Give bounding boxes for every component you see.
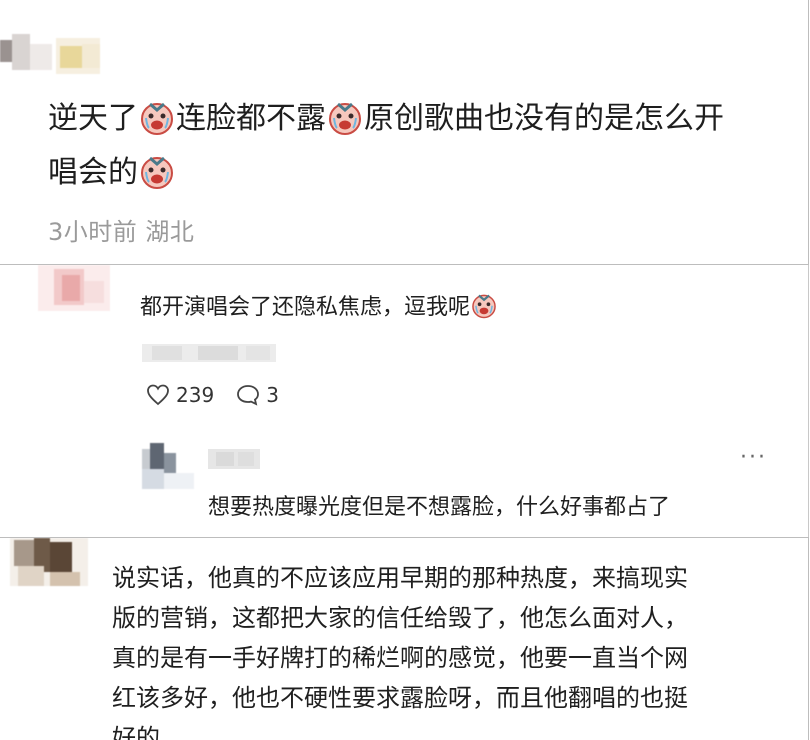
- username-blurred: [142, 344, 276, 362]
- comment-line: 说实话，他真的不应该应用早期的那种热度，来搞现实: [112, 564, 688, 592]
- avatar-blurred[interactable]: [10, 538, 88, 586]
- comment-meta: 3小时前 湖北: [48, 218, 195, 246]
- avatar-blurred[interactable]: [0, 14, 100, 84]
- crying-face-icon: [329, 102, 361, 135]
- avatar-blurred[interactable]: [38, 265, 110, 311]
- comment-button[interactable]: 3: [236, 383, 279, 407]
- comment-text-segment: 原创歌曲也没有的是怎么开: [364, 101, 724, 136]
- crying-face-icon: [141, 156, 173, 189]
- like-count: 239: [176, 383, 215, 407]
- comment-line: 版的营销，这都把大家的信任给毁了，他怎么面对人，: [112, 604, 688, 632]
- screenshot-collage: 逆天了 连脸都不露 原创歌曲也没有的是怎么开 唱会的 3小时前 湖北 都开演唱会了还…: [0, 0, 810, 740]
- crying-face-icon: [472, 294, 496, 319]
- comment-line: 红该多好，他也不硬性要求露脸呀，而且他翻唱的也挺: [112, 684, 688, 712]
- comment-actions: 239 3: [146, 383, 295, 407]
- comment-text: 逆天了 连脸都不露 原创歌曲也没有的是怎么开 唱会的: [48, 92, 808, 200]
- comment-text: 都开演唱会了还隐私焦虑，逗我呢: [140, 289, 498, 322]
- comment-text-segment: 连脸都不露: [176, 101, 326, 136]
- username-blurred: [208, 449, 260, 469]
- speech-bubble-icon: [237, 385, 260, 406]
- comment-count: 3: [266, 383, 279, 407]
- comment-card-reply: 都开演唱会了还隐私焦虑，逗我呢 239 3 ··· 想要热度曝光度但是不想露脸，…: [0, 265, 809, 537]
- comment-text-segment: 都开演唱会了还隐私焦虑，逗我呢: [140, 295, 471, 320]
- heart-icon: [147, 384, 169, 406]
- comment-line: 真的是有一手好牌打的稀烂啊的感觉，他要一直当个网: [112, 644, 688, 672]
- like-button[interactable]: 239: [146, 383, 214, 407]
- comment-card-third: 说实话，他真的不应该应用早期的那种热度，来搞现实 版的营销，这都把大家的信任给毁…: [0, 537, 809, 740]
- crying-face-icon: [141, 102, 173, 135]
- comment-line: 好的: [112, 724, 160, 740]
- comment-text-segment: 唱会的: [48, 155, 138, 190]
- nested-reply-text: 想要热度曝光度但是不想露脸，什么好事都占了: [208, 495, 671, 520]
- more-options-button[interactable]: ···: [740, 445, 767, 470]
- avatar-blurred[interactable]: [142, 443, 194, 489]
- comment-card-main: 逆天了 连脸都不露 原创歌曲也没有的是怎么开 唱会的 3小时前 湖北: [0, 0, 809, 265]
- comment-text: 说实话，他真的不应该应用早期的那种热度，来搞现实 版的营销，这都把大家的信任给毁…: [112, 558, 802, 740]
- comment-text-segment: 逆天了: [48, 101, 138, 136]
